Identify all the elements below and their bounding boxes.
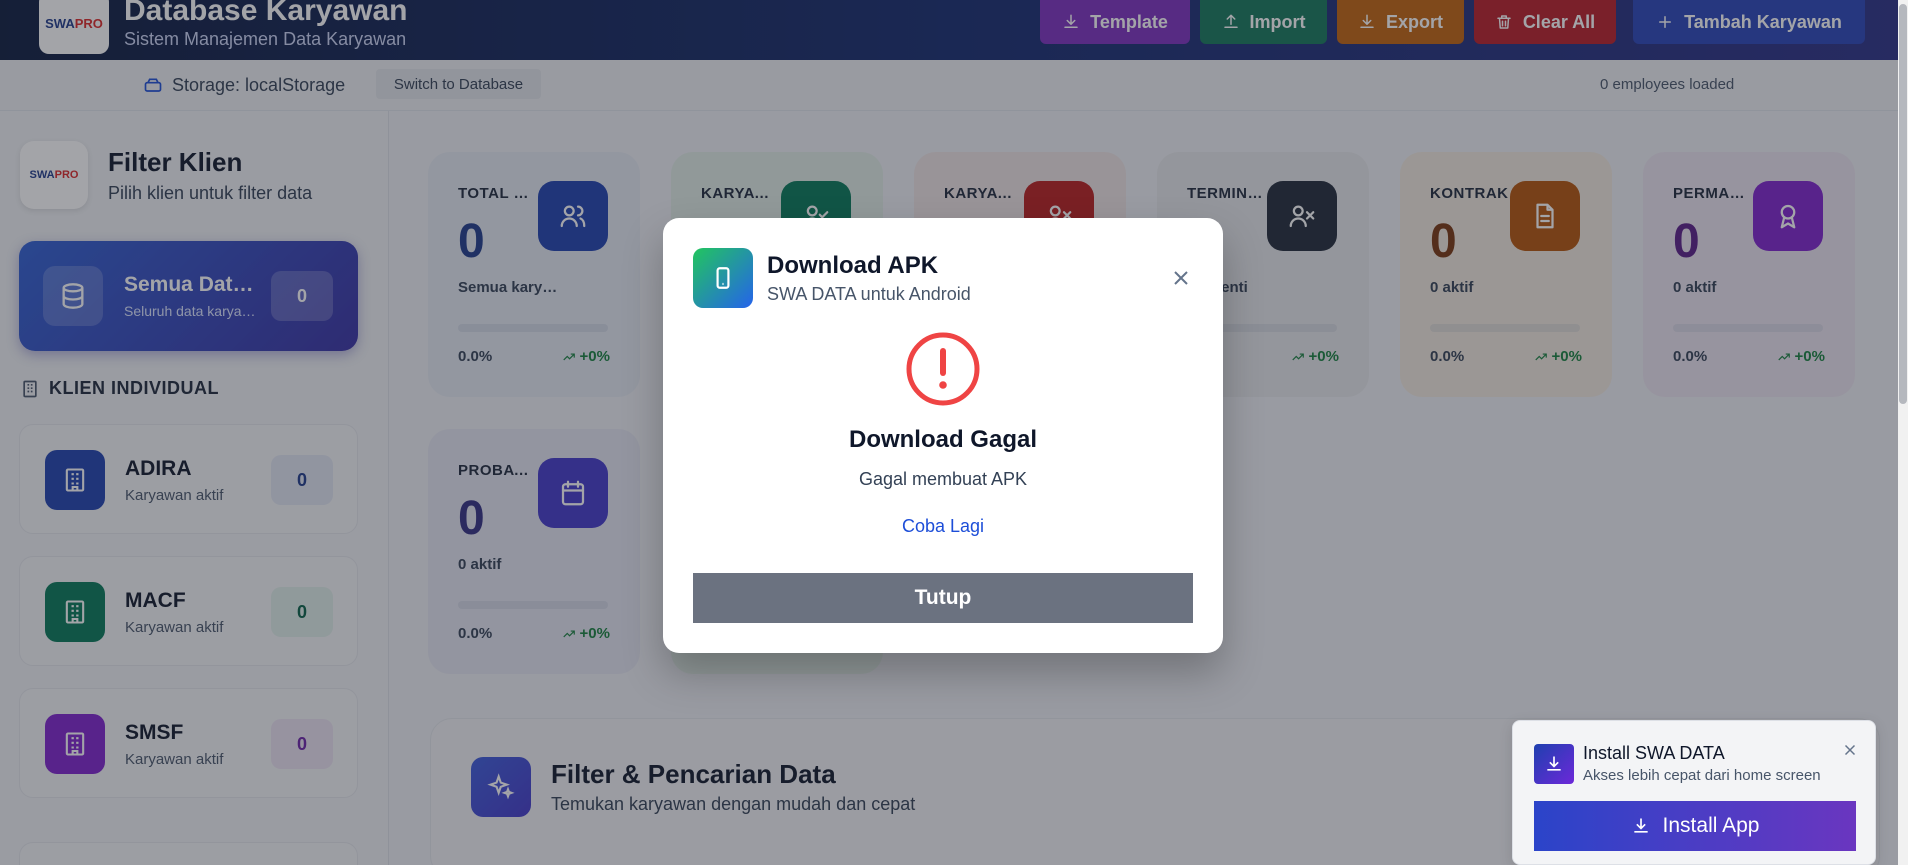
- page-scrollbar[interactable]: [1898, 0, 1908, 865]
- smartphone-icon: [693, 248, 753, 308]
- alert-circle-icon: [906, 332, 980, 406]
- download-icon: [1633, 818, 1648, 833]
- download-icon: [1534, 744, 1574, 784]
- error-message: Gagal membuat APK: [858, 469, 1028, 489]
- retry-link[interactable]: Coba Lagi: [863, 516, 1023, 537]
- error-title: Download Gagal: [848, 426, 1037, 453]
- install-title: Install SWA DATA: [1583, 743, 1725, 763]
- close-icon[interactable]: [1169, 266, 1193, 290]
- download-apk-dialog: Download APK SWA DATA untuk Android Down…: [663, 218, 1223, 653]
- close-icon[interactable]: [1841, 741, 1859, 759]
- install-subtitle: Akses lebih cepat dari home screen: [1583, 767, 1821, 784]
- install-app-button[interactable]: Install App: [1534, 801, 1856, 851]
- install-app-prompt: Install SWA DATA Akses lebih cepat dari …: [1512, 720, 1876, 865]
- close-button[interactable]: Tutup: [693, 573, 1193, 623]
- dialog-title: Download APK: [767, 252, 939, 279]
- scrollbar-thumb[interactable]: [1899, 4, 1907, 404]
- dialog-subtitle: SWA DATA untuk Android: [767, 284, 971, 304]
